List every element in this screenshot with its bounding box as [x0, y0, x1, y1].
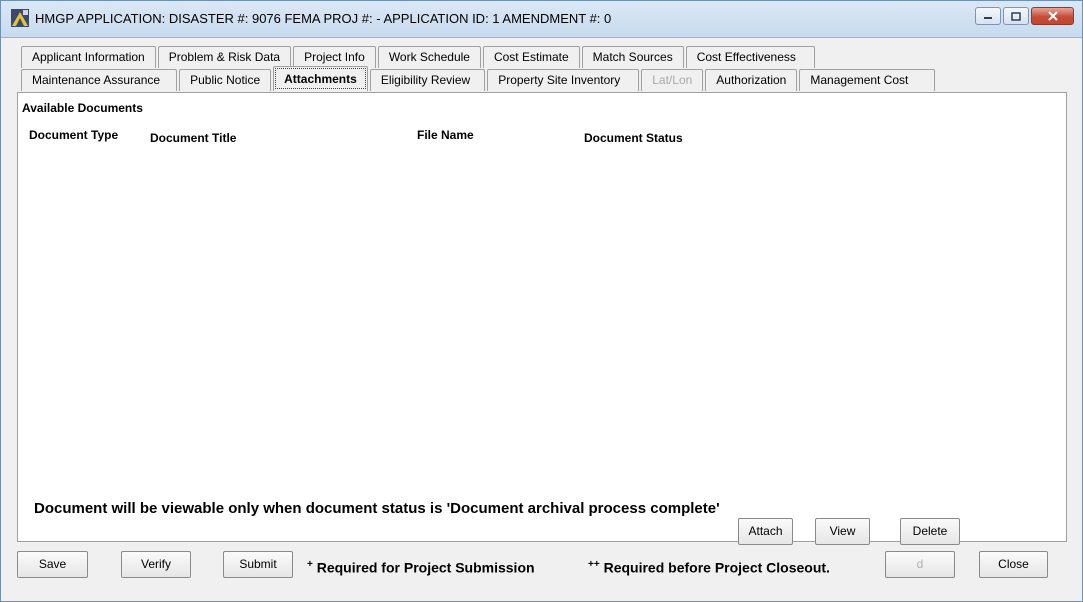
attach-button[interactable]: Attach	[738, 518, 793, 545]
app-icon	[11, 9, 29, 27]
documents-list[interactable]	[22, 151, 1060, 491]
required-closeout-text: Required before Project Closeout.	[603, 559, 830, 576]
required-submission-text: Required for Project Submission	[316, 559, 535, 576]
column-document-type: Document Type	[29, 128, 119, 142]
tab-authorization[interactable]: Authorization	[705, 69, 798, 91]
title-bar[interactable]: HMGP APPLICATION: DISASTER #: 9076 FEMA …	[1, 1, 1082, 38]
tab-eligibility-review[interactable]: Eligibility Review	[369, 69, 486, 91]
minimize-icon	[984, 17, 992, 19]
tab-problem-risk-data[interactable]: Problem & Risk Data	[157, 46, 292, 68]
tab-management-cost[interactable]: Management Cost	[799, 69, 936, 91]
tab-project-info[interactable]: Project Info	[293, 46, 376, 68]
footer-bar: Save Verify Submit + Required for Projec…	[17, 543, 1065, 587]
minimize-button[interactable]	[975, 7, 1001, 25]
tab-match-sources[interactable]: Match Sources	[581, 46, 684, 68]
view-button[interactable]: View	[815, 518, 870, 545]
tab-property-site-inventory[interactable]: Property Site Inventory	[487, 69, 640, 91]
tab-lat-lon: Lat/Lon	[641, 69, 704, 91]
attachments-panel: Available Documents Document Type Docume…	[17, 92, 1067, 545]
delete-button[interactable]: Delete	[900, 518, 960, 545]
content-area: Applicant Information Problem & Risk Dat…	[10, 38, 1074, 594]
application-window: HMGP APPLICATION: DISASTER #: 9076 FEMA …	[0, 0, 1083, 602]
tab-maintenance-assurance[interactable]: Maintenance Assurance	[21, 69, 178, 91]
maximize-button[interactable]	[1003, 7, 1029, 25]
archival-notice: Document will be viewable only when docu…	[34, 500, 720, 517]
tab-cost-estimate[interactable]: Cost Estimate	[482, 46, 580, 68]
available-documents-title: Available Documents	[22, 101, 143, 115]
tab-row-2: Maintenance Assurance Public Notice Atta…	[21, 66, 936, 93]
column-document-status: Document Status	[584, 131, 683, 145]
tab-public-notice[interactable]: Public Notice	[179, 69, 272, 91]
double-plus-mark: ++	[588, 559, 600, 570]
close-button[interactable]: Close	[979, 551, 1048, 578]
close-window-button[interactable]	[1031, 7, 1074, 25]
tab-attachments[interactable]: Attachments	[273, 66, 368, 91]
column-document-title: Document Title	[150, 131, 237, 145]
disabled-button: d	[885, 551, 955, 578]
tab-applicant-information[interactable]: Applicant Information	[21, 46, 156, 68]
verify-button[interactable]: Verify	[121, 551, 191, 578]
maximize-icon	[1011, 11, 1021, 21]
required-submission-legend: + Required for Project Submission	[307, 559, 535, 576]
submit-button[interactable]: Submit	[223, 551, 293, 578]
close-icon	[1047, 11, 1058, 21]
tab-row-1: Applicant Information Problem & Risk Dat…	[21, 46, 815, 70]
tab-work-schedule[interactable]: Work Schedule	[377, 46, 481, 68]
save-button[interactable]: Save	[17, 551, 88, 578]
required-closeout-legend: ++ Required before Project Closeout.	[588, 559, 830, 576]
window-title: HMGP APPLICATION: DISASTER #: 9076 FEMA …	[35, 11, 612, 26]
single-plus-mark: +	[307, 559, 313, 570]
tab-cost-effectiveness[interactable]: Cost Effectiveness	[685, 46, 815, 68]
column-file-name: File Name	[417, 128, 474, 142]
caption-buttons	[975, 7, 1074, 25]
